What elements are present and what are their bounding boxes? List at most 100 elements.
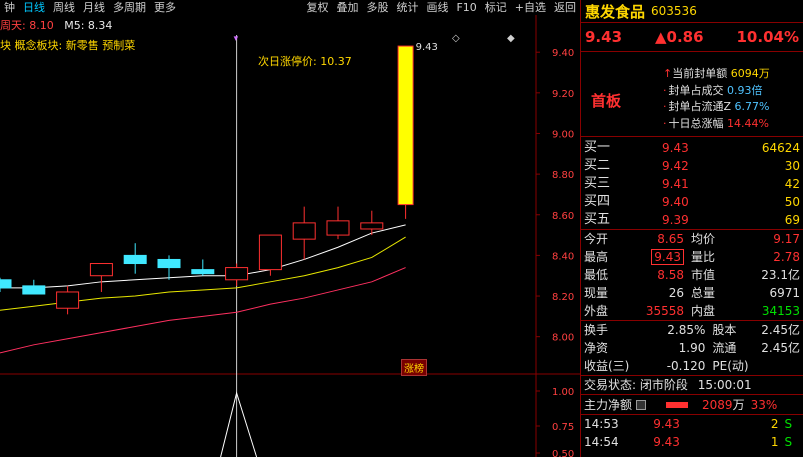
stat-value: -0.120 xyxy=(666,359,706,373)
stat-value: 2.45亿 xyxy=(761,341,800,355)
seal-value: 0.93倍 xyxy=(727,83,763,97)
bid-row: 买四 9.40 50 xyxy=(581,193,803,211)
stock-title: 惠发食品 603536 xyxy=(581,0,803,22)
ma-a-value: 周天: 8.10 xyxy=(0,19,54,32)
stats-row: 换手 2.85% 股本 2.45亿 xyxy=(581,321,803,339)
mainflow-amount-value: 2089 xyxy=(702,398,733,412)
seal-value: 6.77% xyxy=(734,100,770,113)
toolbar-monthly[interactable]: 月线 xyxy=(79,0,109,15)
candle-body xyxy=(157,258,181,269)
price-change: ▲0.86 xyxy=(654,28,704,46)
toolbar-overlay[interactable]: 叠加 xyxy=(332,0,362,15)
y-tick-label: 8.40 xyxy=(552,251,574,262)
stats-row: 今开 8.65 均价 9.17 xyxy=(581,230,803,248)
toolbar-mark[interactable]: 标记 xyxy=(481,0,511,15)
chart-toolbar: 钟 日线 周线 月线 多周期 更多 复权 叠加 多股 统计 画线 F10 标记 … xyxy=(0,0,580,15)
stat-label: 总量 xyxy=(691,286,716,300)
seal-info: 首板 ↑当前封单额 6094万 · 封单占成交 0.93倍 · 封单占流通Z 6.7… xyxy=(581,52,803,137)
bid-price: 9.39 xyxy=(662,213,689,227)
mainflow-amount: 2089万 xyxy=(702,396,745,413)
stock-code: 603536 xyxy=(651,4,697,18)
seal-label: 当前封单额 xyxy=(672,67,728,80)
stat-label: 今开 xyxy=(584,232,609,246)
bid-volume: 69 xyxy=(784,213,800,227)
toolbar-back[interactable]: 返回 xyxy=(550,0,580,15)
bid-volume: 50 xyxy=(784,195,800,209)
quote-panel: 惠发食品 603536 9.43 ▲0.86 10.04% 首板 ↑当前封单额 … xyxy=(580,0,803,457)
candle-body xyxy=(191,269,215,275)
stat-value: 8.65 xyxy=(657,232,685,246)
stats-block: 今开 8.65 均价 9.17 最高 9.43 量比 2.78 最低 8.58 市值 23.1亿 … xyxy=(581,230,803,321)
trade-time: 15:00:01 xyxy=(697,378,752,392)
stat-label: 量比 xyxy=(691,250,716,264)
mainflow-pct: 33% xyxy=(750,397,778,412)
toolbar-add-watchlist[interactable]: +自选 xyxy=(511,0,550,15)
tick-time: 14:54 xyxy=(584,435,619,449)
candle-body xyxy=(123,254,147,265)
seal-value: 6094万 xyxy=(730,67,770,80)
stat-value: 1.90 xyxy=(678,341,706,355)
candle-body xyxy=(258,234,282,271)
stat-label: 内盘 xyxy=(691,304,716,318)
bid-row: 买一 9.43 64624 xyxy=(581,139,803,157)
stat-label: 外盘 xyxy=(584,304,609,318)
stats-row: 净资 1.90 流通 2.45亿 xyxy=(581,339,803,357)
stat-label: PE(动) xyxy=(712,359,749,373)
bullet-icon: · xyxy=(663,116,667,130)
price-change-pct: 10.04% xyxy=(736,28,799,46)
limit-up-tag: 涨榜 xyxy=(401,359,427,376)
mainflow-unit: 万 xyxy=(732,398,745,412)
tick-volume: 2 xyxy=(770,417,779,431)
sub-tick-label: 0.75 xyxy=(552,422,574,433)
seal-row: · 封单占流通Z 6.77% xyxy=(663,99,770,116)
y-tick-label: 9.40 xyxy=(552,48,574,59)
bid-price: 9.42 xyxy=(662,159,689,173)
stat-value xyxy=(752,357,803,375)
toolbar-more[interactable]: 更多 xyxy=(150,0,180,15)
stat-value: 2.78 xyxy=(773,250,800,264)
ma-line-red xyxy=(0,267,406,354)
bid-label: 买二 xyxy=(584,158,611,173)
menu-square-icon[interactable] xyxy=(636,399,647,410)
tick-row: 14:53 9.43 2 S xyxy=(581,415,803,433)
bullet-icon: · xyxy=(663,83,667,97)
stats-row: 现量 26 总量 6971 xyxy=(581,284,803,302)
stat-label: 现量 xyxy=(584,286,609,300)
tick-row: 14:54 9.43 1 S xyxy=(581,433,803,451)
toolbar-weekly[interactable]: 周线 xyxy=(49,0,79,15)
price-line: 9.43 ▲0.86 10.04% xyxy=(581,22,803,52)
mainflow-bar xyxy=(666,401,689,408)
toolbar-minute[interactable]: 钟 xyxy=(0,0,19,15)
stat-label: 换手 xyxy=(584,323,609,337)
toolbar-daily[interactable]: 日线 xyxy=(19,0,49,15)
diamond-marker-icon: ◆ xyxy=(507,33,515,44)
tick-list: 14:53 9.43 2 S 14:54 9.43 1 S xyxy=(581,415,803,451)
toolbar-adjust[interactable]: 复权 xyxy=(302,0,332,15)
candle-body xyxy=(326,220,350,236)
tick-volume: 1 xyxy=(770,435,779,449)
seal-label: 封单占成交 xyxy=(668,83,724,97)
app-root: 钟 日线 周线 月线 多周期 更多 复权 叠加 多股 统计 画线 F10 标记 … xyxy=(0,0,803,457)
tick-time: 14:53 xyxy=(584,417,619,431)
toolbar-f10[interactable]: F10 xyxy=(452,0,480,15)
stat-value: 34153 xyxy=(761,304,800,318)
diamond-marker-icon: ◇ xyxy=(452,33,460,44)
bid-book: 买一 9.43 64624 买二 9.42 30 买三 9.41 42 买四 9.40 50 买… xyxy=(581,137,803,230)
tick-side: S xyxy=(784,417,793,431)
toolbar-multi-stock[interactable]: 多股 xyxy=(362,0,392,15)
stat-value: 26 xyxy=(668,286,685,300)
toolbar-draw-line[interactable]: 画线 xyxy=(422,0,452,15)
y-tick-label: 8.20 xyxy=(552,292,574,303)
concept-sectors: 块 概念板块: 新零售 预制菜 xyxy=(0,39,136,52)
seal-label: 十日总涨幅 xyxy=(668,116,724,130)
kline-chart[interactable]: 9.40 9.20 9.00 8.80 8.60 8.40 8.20 8.00 1.00 0.75… xyxy=(0,15,580,457)
seal-label: 封单占流通Z xyxy=(668,100,732,113)
cursor-top-mark: ▾ xyxy=(234,34,239,44)
toolbar-multi-period[interactable]: 多周期 xyxy=(109,0,150,15)
seal-rows: ↑当前封单额 6094万 · 封单占成交 0.93倍 · 封单占流通Z 6.77% … xyxy=(663,66,770,132)
toolbar-statistics[interactable]: 统计 xyxy=(392,0,422,15)
seal-row: · 十日总涨幅 14.44% xyxy=(663,116,770,133)
bid-row: 买二 9.42 30 xyxy=(581,157,803,175)
sub-tick-label: 1.00 xyxy=(552,387,574,398)
high-price-label: 9.43 xyxy=(416,42,438,53)
